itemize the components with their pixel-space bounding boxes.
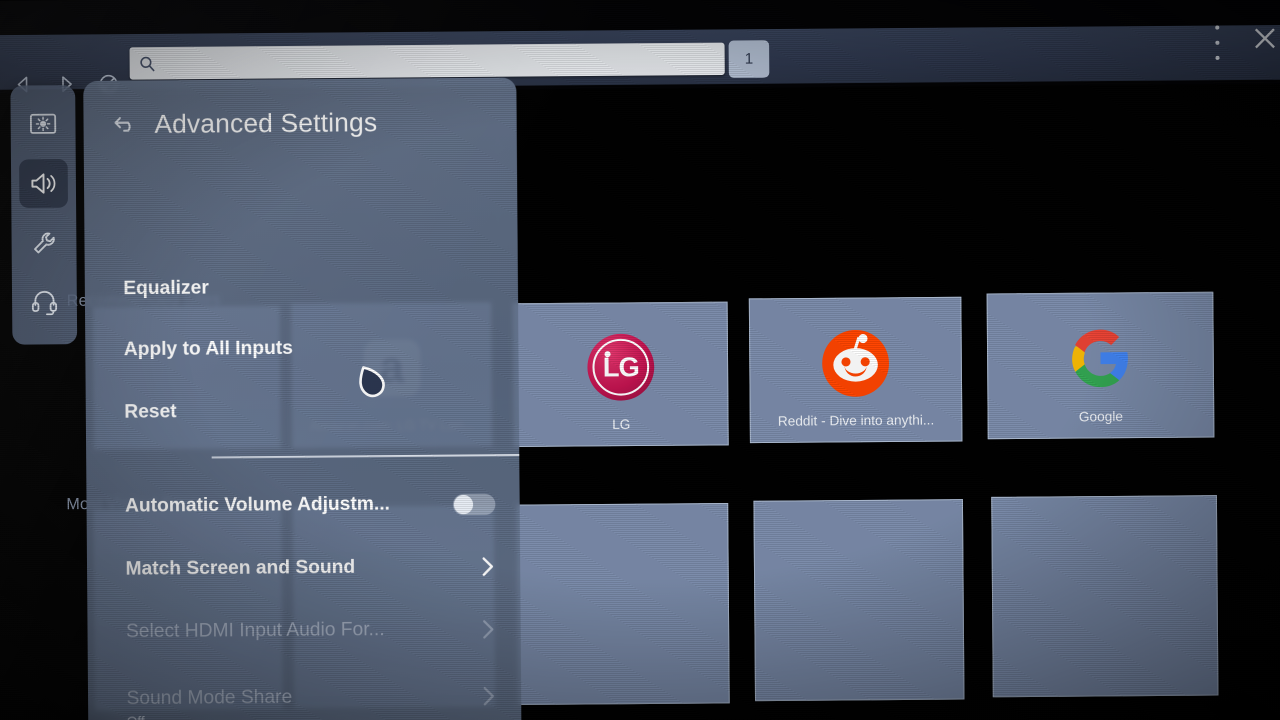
headset-icon xyxy=(31,290,58,316)
chevron-right-icon xyxy=(482,684,497,708)
menu-item-select-hdmi-input-audio-format[interactable]: Select HDMI Input Audio For... xyxy=(87,614,520,648)
tile-caption: Reddit - Dive into anythi... xyxy=(777,412,935,429)
back-undo-icon[interactable] xyxy=(112,110,141,139)
menu-item-label: Apply to All Inputs xyxy=(123,337,293,361)
tile-caption xyxy=(756,685,963,687)
menu-item-label: Sound Mode Share xyxy=(126,686,293,710)
kebab-menu-icon[interactable] xyxy=(1207,22,1228,63)
address-input[interactable] xyxy=(155,45,725,77)
menu-item-value: Off xyxy=(127,714,145,720)
sidebar-item-support[interactable] xyxy=(20,277,69,326)
sidebar-item-sound[interactable] xyxy=(19,159,69,209)
menu-item-automatic-volume-adjustment[interactable]: Automatic Volume Adjustm... xyxy=(86,488,519,522)
tile-caption: Google xyxy=(1078,408,1124,425)
close-icon[interactable] xyxy=(1249,22,1280,55)
wrench-icon xyxy=(33,232,55,253)
menu-item-sound-mode-share[interactable]: Sound Mode Share Off xyxy=(88,681,521,720)
menu-item-label: Select HDMI Input Audio For... xyxy=(125,619,385,643)
search-icon xyxy=(139,55,156,72)
panel-title: Advanced Settings xyxy=(154,106,378,139)
chevron-right-icon xyxy=(481,554,496,578)
menu-item-apply-to-all-inputs[interactable]: Apply to All Inputs xyxy=(85,333,518,365)
chevron-right-icon xyxy=(481,617,496,641)
automatic-volume-toggle[interactable] xyxy=(452,493,496,515)
menu-item-label: Automatic Volume Adjustm... xyxy=(124,493,391,517)
reddit-icon xyxy=(821,329,890,397)
panel-header: Advanced Settings xyxy=(83,97,377,150)
sidebar-item-picture[interactable] xyxy=(19,99,68,148)
sidebar-item-general[interactable] xyxy=(20,219,69,268)
tv-screen: Recommended Sites Most Visited Sites a A… xyxy=(0,0,1280,720)
menu-item-reset[interactable]: Reset xyxy=(86,395,519,427)
lg-icon: LG xyxy=(587,333,655,401)
menu-item-label: Equalizer xyxy=(123,277,209,300)
site-tile-reddit[interactable]: Reddit - Dive into anythi... xyxy=(748,296,963,444)
settings-rail xyxy=(10,85,78,345)
address-bar[interactable] xyxy=(129,42,725,80)
google-icon xyxy=(1069,327,1132,390)
tile-caption: LG xyxy=(612,416,631,433)
tile-caption xyxy=(519,689,728,691)
tile-caption xyxy=(994,681,1218,683)
menu-item-label: Reset xyxy=(124,401,177,423)
menu-divider xyxy=(211,453,522,459)
speaker-icon xyxy=(31,173,56,194)
site-tile-google[interactable]: Google xyxy=(986,291,1215,440)
site-tile[interactable] xyxy=(991,495,1219,698)
tab-count-badge[interactable]: 1 xyxy=(728,40,770,78)
advanced-settings-panel: Advanced Settings Equalizer Apply to All… xyxy=(83,77,522,720)
menu-item-match-screen-and-sound[interactable]: Match Screen and Sound xyxy=(87,551,520,585)
site-tile[interactable] xyxy=(753,499,965,702)
site-tile[interactable] xyxy=(516,503,730,706)
menu-item-equalizer[interactable]: Equalizer xyxy=(85,272,518,304)
tv-ui-root: Recommended Sites Most Visited Sites a A… xyxy=(0,0,1280,720)
picture-brightness-icon xyxy=(29,113,57,134)
menu-item-label: Match Screen and Sound xyxy=(125,556,356,580)
site-tile-lg[interactable]: LG LG xyxy=(513,301,729,448)
